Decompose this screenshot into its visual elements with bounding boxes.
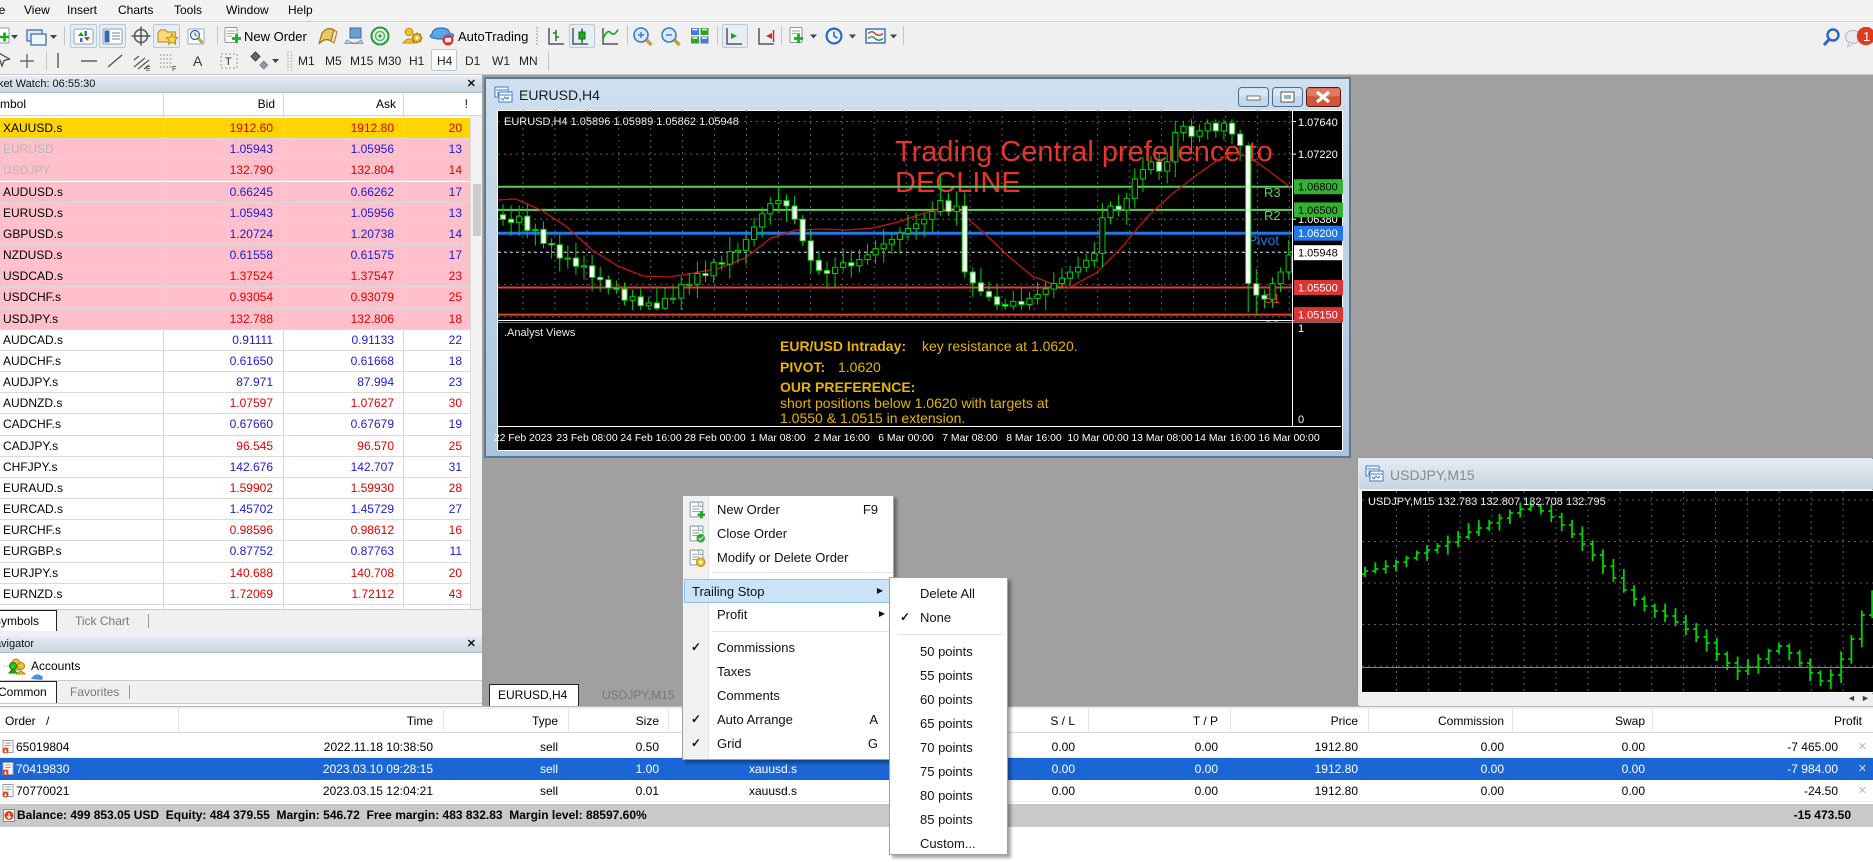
svg-text:6 Mar 00:00: 6 Mar 00:00 (878, 433, 934, 444)
svg-text:1.05948: 1.05948 (1298, 248, 1338, 260)
svg-text:22 Feb 2023: 22 Feb 2023 (494, 433, 553, 444)
svg-text:EURUSD,H4 1.05896 1.05989 1.0: EURUSD,H4 1.05896 1.05989 1.05862 1.0594… (504, 116, 739, 128)
svg-text:1.06200: 1.06200 (1298, 228, 1338, 240)
svg-text:1.06500: 1.06500 (1298, 205, 1338, 217)
svg-text:PIVOT:: PIVOT: (780, 359, 825, 375)
svg-text:7 Mar 08:00: 7 Mar 08:00 (942, 433, 998, 444)
svg-text:short positions below 1.0620 w: short positions below 1.0620 with target… (780, 395, 1049, 411)
svg-text:14 Mar 16:00: 14 Mar 16:00 (1194, 433, 1255, 444)
svg-text:Trading Central preference to: Trading Central preference to (895, 136, 1273, 168)
svg-text:2 Mar 16:00: 2 Mar 16:00 (814, 433, 870, 444)
svg-text:DECLINE: DECLINE (895, 167, 1021, 199)
svg-text:1.05150: 1.05150 (1298, 310, 1338, 322)
svg-text:1.07220: 1.07220 (1298, 149, 1338, 161)
svg-text:16 Mar 00:00: 16 Mar 00:00 (1258, 433, 1319, 444)
svg-text:1.0620: 1.0620 (838, 359, 881, 375)
svg-text:1.0550 & 1.0515 in extension.: 1.0550 & 1.0515 in extension. (780, 410, 965, 426)
svg-text:R3: R3 (1264, 185, 1281, 200)
svg-text:EUR/USD Intraday:: EUR/USD Intraday: (780, 338, 906, 354)
svg-text:0: 0 (1298, 414, 1304, 426)
svg-text:10 Mar 00:00: 10 Mar 00:00 (1067, 433, 1128, 444)
svg-text:.Analyst Views: .Analyst Views (504, 327, 576, 339)
svg-text:1.05500: 1.05500 (1298, 283, 1338, 295)
svg-text:OUR PREFERENCE:: OUR PREFERENCE: (780, 379, 915, 395)
svg-text:1.07640: 1.07640 (1298, 117, 1338, 129)
svg-text:23 Feb 08:00: 23 Feb 08:00 (556, 433, 617, 444)
svg-text:Pivot: Pivot (1248, 232, 1279, 248)
svg-text:1 Mar 08:00: 1 Mar 08:00 (750, 433, 806, 444)
svg-text:1: 1 (1298, 323, 1304, 335)
svg-text:13 Mar 08:00: 13 Mar 08:00 (1131, 433, 1192, 444)
svg-text:8 Mar 16:00: 8 Mar 16:00 (1006, 433, 1062, 444)
svg-text:28 Feb 00:00: 28 Feb 00:00 (684, 433, 745, 444)
svg-text:USDJPY,M15 132.783 132.807 13: USDJPY,M15 132.783 132.807 132.708 132.7… (1368, 496, 1606, 508)
svg-text:R2: R2 (1264, 208, 1281, 223)
svg-text:1.06800: 1.06800 (1298, 182, 1338, 194)
svg-text:key resistance at 1.0620.: key resistance at 1.0620. (922, 338, 1078, 354)
svg-text:24 Feb 16:00: 24 Feb 16:00 (620, 433, 681, 444)
